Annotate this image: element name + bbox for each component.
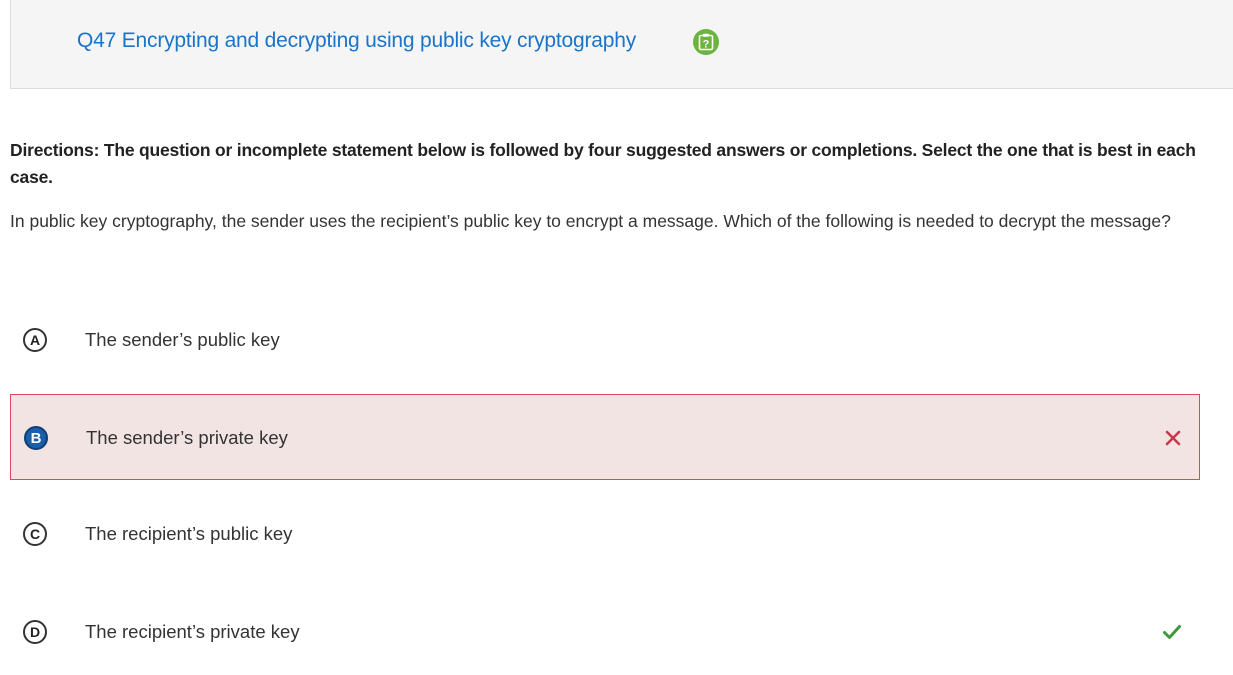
- option-text-c: The recipient’s public key: [85, 523, 293, 544]
- option-text-a: The sender’s public key: [85, 329, 280, 350]
- option-letter-c: C: [23, 522, 47, 546]
- option-letter-b: B: [24, 426, 48, 450]
- question-stem: In public key cryptography, the sender u…: [10, 211, 1171, 231]
- answer-option-d[interactable]: D The recipient’s private key: [10, 589, 1200, 675]
- help-question-icon[interactable]: ?: [693, 29, 719, 55]
- option-text-d: The recipient’s private key: [85, 621, 300, 642]
- directions-text: Directions: The question or incomplete s…: [10, 140, 1196, 187]
- incorrect-x-icon: [1163, 428, 1183, 448]
- answer-option-a[interactable]: A The sender’s public key: [10, 297, 1200, 383]
- answer-option-b[interactable]: B The sender’s private key: [10, 394, 1200, 480]
- option-letter-a: A: [23, 328, 47, 352]
- option-text-b: The sender’s private key: [86, 427, 288, 448]
- correct-check-icon: [1162, 622, 1182, 642]
- option-letter-d: D: [23, 620, 47, 644]
- question-header: Q47 Encrypting and decrypting using publ…: [10, 0, 1233, 89]
- question-title: Q47 Encrypting and decrypting using publ…: [77, 29, 637, 52]
- help-question-glyph: ?: [703, 39, 710, 51]
- answer-option-c[interactable]: C The recipient’s public key: [10, 491, 1200, 577]
